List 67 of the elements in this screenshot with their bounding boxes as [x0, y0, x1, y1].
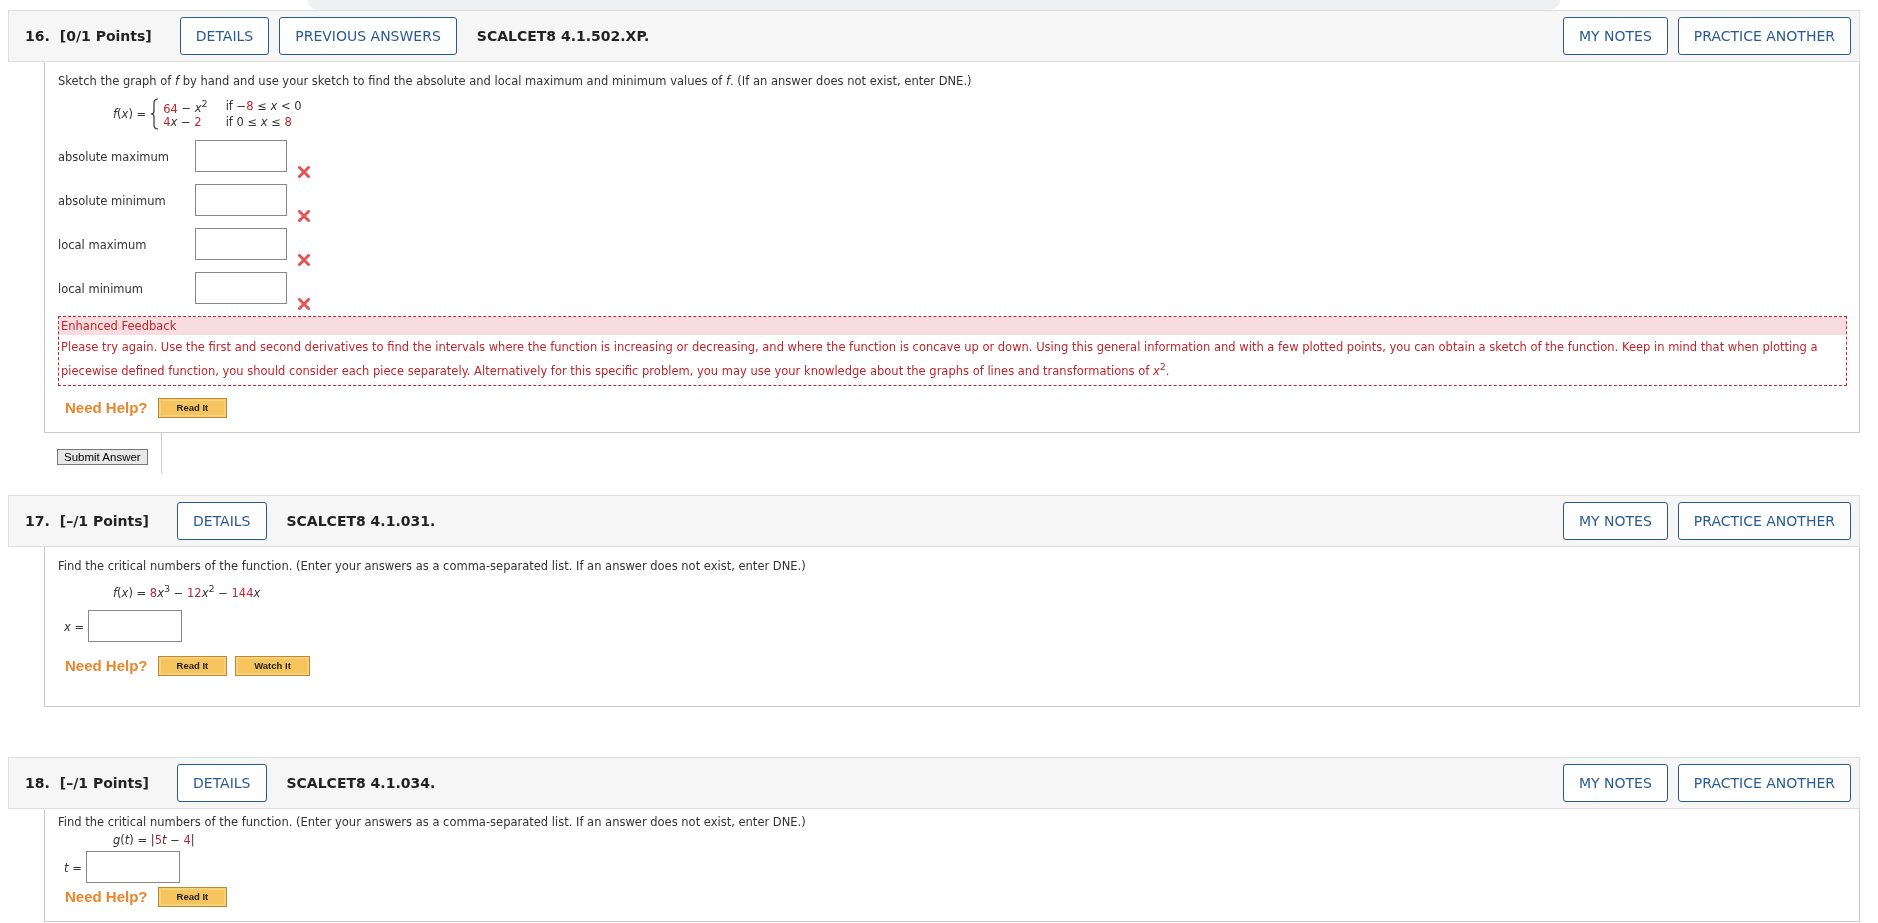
question-points: [–/1 Points] — [59, 512, 149, 529]
header-button[interactable]: MY NOTES — [1562, 501, 1668, 540]
formula-term: ≤ x < 0 — [256, 98, 302, 113]
formula-term: t − — [161, 832, 181, 847]
help-button[interactable]: Read It — [157, 886, 228, 907]
feedback-text: Please try again. Use the first and second derivatives to find the intervals where the function is increasing or decreasing, and where the function is concave up or down. Using this general information and with a few plotted points, you can obtain a sketch of the function. Keep in mind that when plotting a piecewise defined function, you should consider each piece separately. Alternatively for this specific problem, you may use your knowledge about the graphs of lines and transformations of x$^{2}$. — [60, 339, 1819, 380]
formula-term: x$^{2}$ − — [201, 585, 229, 600]
formula-term: x − — [170, 115, 192, 130]
answer-label: absolute maximum — [58, 149, 171, 164]
answer-label: t = — [64, 859, 82, 875]
answer-label: local minimum — [58, 281, 145, 296]
need-help-label: Need Help? — [65, 888, 148, 906]
answer-label: absolute minimum — [58, 193, 167, 208]
formula-term: 8 — [284, 115, 292, 130]
question-number: 18. — [25, 774, 50, 791]
answer-field[interactable] — [85, 850, 180, 883]
answer-label: x = — [64, 618, 85, 634]
formula-term: 4 — [183, 832, 191, 847]
formula-term: | — [190, 832, 195, 847]
formula-term: 8 — [246, 98, 254, 113]
answer-label: local maximum — [58, 237, 148, 252]
formula-term: f(x) = — [113, 585, 148, 600]
question-number: 17. — [25, 512, 50, 529]
question-points: [–/1 Points] — [59, 774, 149, 791]
header-button[interactable]: PRACTICE ANOTHER — [1677, 763, 1851, 802]
question-prompt: Sketch the graph of f by hand and use your sketch to find the absolute and local maximum and minimum values of f. (If an answer does not exist, enter DNE.) — [58, 74, 973, 88]
formula-lhs: f(x) = — [113, 107, 147, 121]
formula-term: − x$^{2}$ — [180, 101, 208, 116]
formula-term: 2 — [194, 115, 202, 130]
answer-field[interactable] — [195, 184, 287, 216]
formula-term: if − — [225, 98, 247, 113]
question-points: [0/1 Points] — [59, 28, 152, 44]
formula-term: 144 — [231, 585, 254, 600]
question-code: SCALCET8 4.1.034. — [286, 774, 436, 791]
need-help-label: Need Help? — [65, 399, 148, 417]
header-button[interactable]: PREVIOUS ANSWERS — [279, 17, 457, 55]
answer-field[interactable] — [195, 272, 287, 304]
header-button[interactable]: PRACTICE ANOTHER — [1677, 501, 1851, 540]
help-button[interactable]: Read It — [157, 655, 228, 676]
feedback-title: Enhanced Feedback — [59, 317, 1846, 335]
header-button[interactable]: PRACTICE ANOTHER — [1677, 17, 1851, 55]
need-help-label: Need Help? — [65, 657, 148, 675]
header-button[interactable]: DETAILS — [179, 17, 270, 55]
submit-button[interactable]: Submit Answer — [57, 448, 148, 465]
question-number: 16. — [25, 28, 50, 44]
header-button[interactable]: MY NOTES — [1562, 17, 1668, 55]
help-button[interactable]: Read It — [157, 397, 228, 418]
help-button[interactable]: Watch It — [235, 655, 310, 676]
question-code: SCALCET8 4.1.031. — [286, 512, 436, 529]
answer-field[interactable] — [195, 140, 287, 172]
header-button[interactable]: DETAILS — [177, 763, 267, 802]
formula-term: x$^{3}$ − — [157, 585, 185, 600]
question-prompt: Find the critical numbers of the function. (Enter your answers as a comma-separated list. If an answer does not exist, enter DNE.) — [58, 558, 807, 573]
question-code: SCALCET8 4.1.502.XP. — [476, 28, 650, 44]
brace-icon — [150, 98, 160, 130]
formula-term: 12 — [187, 585, 202, 600]
header-button[interactable]: DETAILS — [177, 501, 267, 540]
answer-field[interactable] — [88, 609, 183, 642]
answer-field[interactable] — [195, 228, 287, 260]
formula-term: g(t) = | — [113, 832, 155, 847]
formula-term: 64 — [163, 101, 178, 116]
formula-term: x — [253, 585, 261, 600]
formula-term: 8 — [149, 585, 158, 600]
question-prompt: Find the critical numbers of the function. (Enter your answers as a comma-separated list. If an answer does not exist, enter DNE.) — [58, 814, 807, 829]
header-button[interactable]: MY NOTES — [1562, 763, 1668, 802]
formula-term: 4 — [163, 115, 171, 130]
formula-term: if 0 ≤ x ≤ — [225, 115, 282, 130]
